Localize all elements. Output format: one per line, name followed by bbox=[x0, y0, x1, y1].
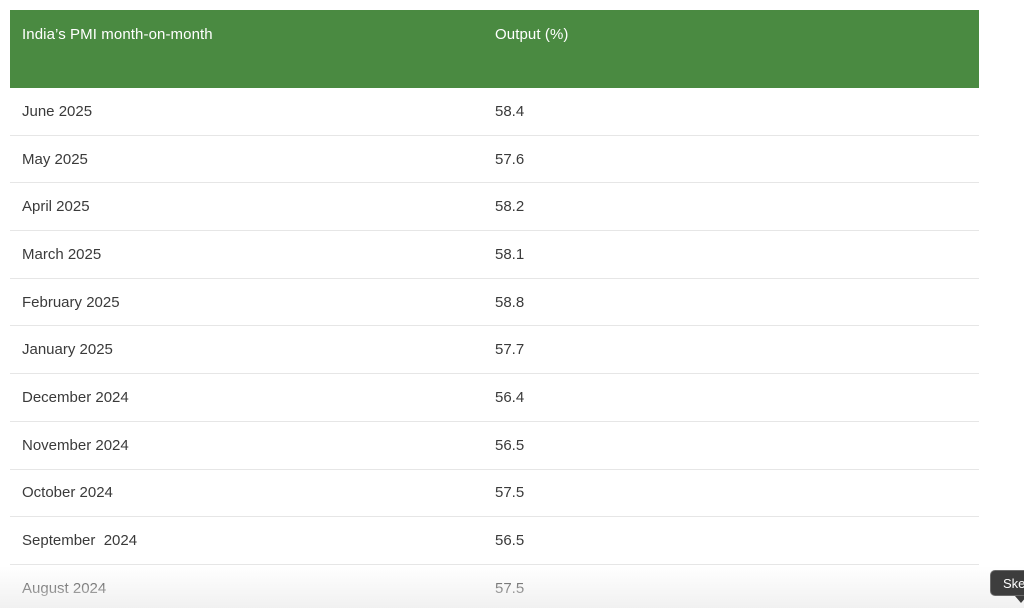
table-row: September 2024 56.5 bbox=[10, 517, 979, 565]
tooltip-arrow-icon bbox=[1015, 596, 1024, 603]
table-row: January 2025 57.7 bbox=[10, 326, 979, 375]
tooltip-text: Ske bbox=[1003, 576, 1024, 591]
month-cell: June 2025 bbox=[22, 102, 93, 120]
month-cell: April 2025 bbox=[22, 198, 90, 216]
pmi-table: India’s PMI month-on-month Output (%) Ju… bbox=[10, 10, 979, 608]
table-row: February 2025 58.8 bbox=[10, 279, 979, 327]
month-cell: March 2025 bbox=[22, 245, 102, 263]
output-cell: 56.5 bbox=[495, 436, 525, 454]
output-cell: 58.8 bbox=[495, 293, 525, 311]
header-output: Output (%) bbox=[495, 26, 569, 43]
table-row: April 2025 58.2 bbox=[10, 183, 979, 232]
month-cell: December 2024 bbox=[22, 388, 129, 406]
table-row: October 2024 57.5 bbox=[10, 470, 979, 518]
output-cell: 58.1 bbox=[495, 245, 525, 263]
table-row: November 2024 56.5 bbox=[10, 422, 979, 470]
month-cell: May 2025 bbox=[22, 150, 88, 168]
month-cell: January 2025 bbox=[22, 341, 113, 359]
month-cell: February 2025 bbox=[22, 293, 120, 311]
month-cell: November 2024 bbox=[22, 436, 129, 454]
tooltip: Ske bbox=[990, 570, 1024, 596]
table-header: India’s PMI month-on-month Output (%) bbox=[10, 10, 979, 88]
table-row: August 2024 57.5 bbox=[10, 565, 979, 608]
table-row: June 2025 58.4 bbox=[10, 88, 979, 136]
output-cell: 56.5 bbox=[495, 532, 525, 550]
output-cell: 58.2 bbox=[495, 198, 525, 216]
table-row: December 2024 56.4 bbox=[10, 374, 979, 422]
month-cell: September 2024 bbox=[22, 532, 138, 550]
output-cell: 56.4 bbox=[495, 388, 525, 406]
table-row: March 2025 58.1 bbox=[10, 231, 979, 279]
header-month: India’s PMI month-on-month bbox=[22, 26, 213, 43]
table-row: May 2025 57.6 bbox=[10, 136, 979, 184]
output-cell: 57.6 bbox=[495, 150, 525, 168]
output-cell: 57.5 bbox=[495, 579, 525, 597]
output-cell: 58.4 bbox=[495, 102, 525, 120]
month-cell: August 2024 bbox=[22, 579, 107, 597]
month-cell: October 2024 bbox=[22, 484, 113, 502]
output-cell: 57.5 bbox=[495, 484, 525, 502]
output-cell: 57.7 bbox=[495, 341, 525, 359]
page: India’s PMI month-on-month Output (%) Ju… bbox=[0, 0, 1024, 608]
table-body: June 2025 58.4 May 2025 57.6 April 2025 … bbox=[10, 88, 979, 608]
